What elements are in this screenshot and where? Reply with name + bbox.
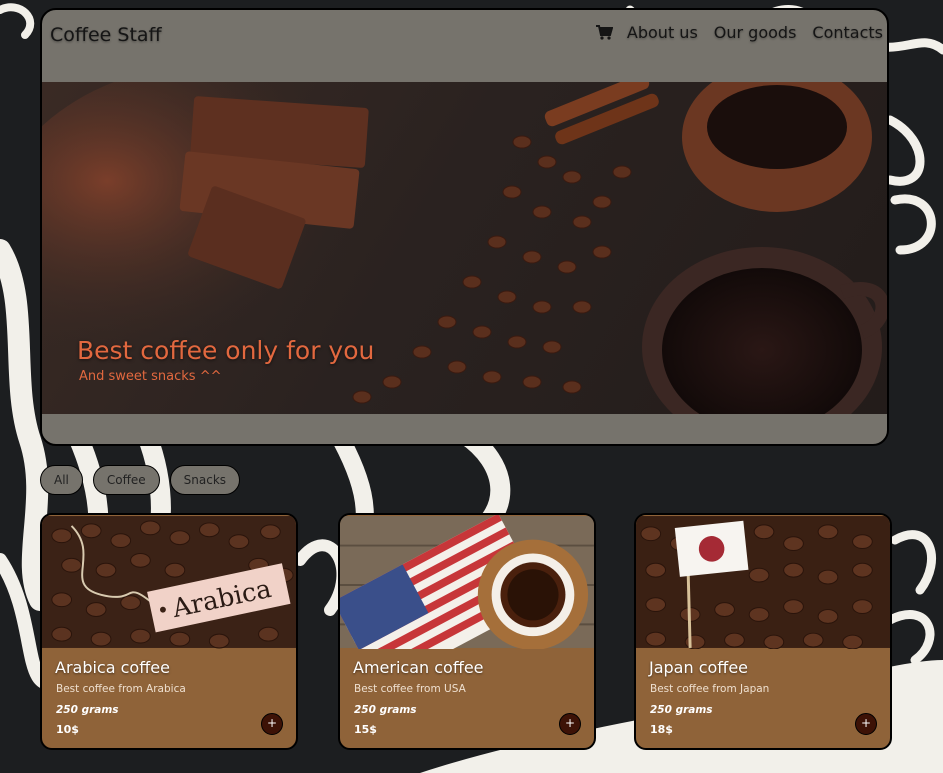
add-to-cart-button[interactable]: + [855,713,877,735]
product-card-japan: Japan coffee Best coffee from Japan 250 … [634,513,892,750]
product-card-arabica: Arabica Arabica coffee Best coffee from … [40,513,298,750]
nav-about-us[interactable]: About us [627,23,698,42]
product-weight: 250 grams [650,704,713,716]
add-to-cart-button[interactable]: + [261,713,283,735]
product-description: Best coffee from USA [354,683,466,695]
product-price: 10$ [56,723,79,736]
filter-all-button[interactable]: All [40,465,83,495]
product-title: American coffee [353,658,484,677]
hero-banner: Best coffee only for you And sweet snack… [42,82,887,414]
product-description: Best coffee from Japan [650,683,770,695]
product-weight: 250 grams [354,704,417,716]
product-card-american: American coffee Best coffee from USA 250… [338,513,596,750]
product-title: Japan coffee [649,658,749,677]
product-title: Arabica coffee [55,658,170,677]
filter-snacks-button[interactable]: Snacks [169,465,241,495]
add-to-cart-button[interactable]: + [559,713,581,735]
hero-subtitle: And sweet snacks ^^ [79,369,222,384]
product-description: Best coffee from Arabica [56,683,186,695]
product-weight: 250 grams [56,704,119,716]
filter-coffee-button[interactable]: Coffee [92,465,160,495]
brand-logo[interactable]: Coffee Staff [50,24,162,46]
japan-flag-beans-image [636,516,890,649]
shopping-cart-icon[interactable] [595,24,614,40]
usa-flag-coffee-image [340,515,594,649]
navbar: Coffee Staff About us Our goods Contacts [42,10,887,82]
page: Coffee Staff About us Our goods Contacts [0,0,943,773]
nav-links: About us Our goods Contacts [595,23,883,42]
header-panel: Coffee Staff About us Our goods Contacts [40,8,889,446]
product-price: 15$ [354,723,377,736]
nav-contacts[interactable]: Contacts [812,23,883,42]
arabica-beans-image: Arabica [42,516,296,649]
category-filters: All Coffee Snacks [40,465,250,495]
nav-our-goods[interactable]: Our goods [714,23,797,42]
product-price: 18$ [650,723,673,736]
hero-title: Best coffee only for you [77,336,375,365]
